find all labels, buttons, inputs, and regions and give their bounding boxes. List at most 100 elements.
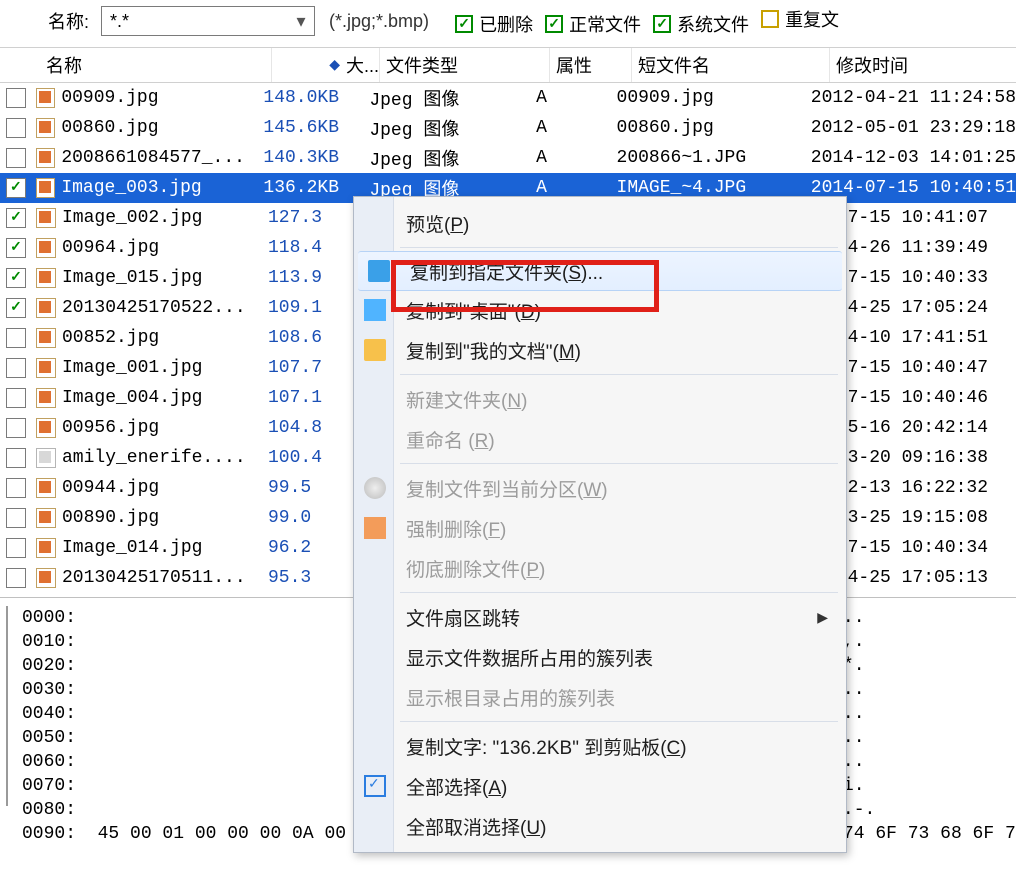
file-shortname: IMAGE_~4.JPG xyxy=(617,178,811,198)
menu-item-label: 全部选择(A) xyxy=(406,773,507,800)
filter-checkbox-2[interactable]: ✓系统文件 xyxy=(653,11,749,37)
menu-item-label: 预览(P) xyxy=(406,210,469,237)
folder-icon xyxy=(368,260,390,282)
menu-separator xyxy=(400,374,838,375)
file-icon xyxy=(36,268,56,288)
name-pattern-combo[interactable]: *.* ▾ xyxy=(101,6,315,36)
menu-item[interactable]: 全部取消选择(U) xyxy=(354,806,846,846)
file-size: 148.0KB xyxy=(263,88,369,108)
file-shortname: 200866~1.JPG xyxy=(617,148,811,168)
row-checkbox[interactable] xyxy=(6,508,26,528)
row-checkbox[interactable] xyxy=(6,148,26,168)
file-date: -07-15 10:41:07 xyxy=(826,208,1016,228)
row-checkbox[interactable] xyxy=(6,88,26,108)
file-date: -12-13 16:22:32 xyxy=(826,478,1016,498)
file-icon xyxy=(36,238,56,258)
file-name: Image_004.jpg xyxy=(62,388,268,408)
preview-thumbnail[interactable]: ◀ ▶ xyxy=(6,606,8,806)
file-row[interactable]: 00860.jpg145.6KBJpeg 图像A00860.jpg2012-05… xyxy=(0,113,1016,143)
checkbox-icon: ✓ xyxy=(455,15,473,33)
menu-item[interactable]: 复制到"桌面"(D) xyxy=(354,290,846,330)
file-attr: A xyxy=(536,118,616,138)
file-name: 00852.jpg xyxy=(62,328,268,348)
file-size: 145.6KB xyxy=(263,118,369,138)
file-size: 140.3KB xyxy=(263,148,369,168)
file-name: 00964.jpg xyxy=(62,238,268,258)
menu-item-label: 复制到"我的文档"(M) xyxy=(406,337,581,364)
file-shortname: 00909.jpg xyxy=(617,88,811,108)
menu-item-label: 全部取消选择(U) xyxy=(406,813,546,840)
menu-item[interactable]: 文件扇区跳转▶ xyxy=(354,597,846,637)
menu-separator xyxy=(400,721,838,722)
row-checkbox[interactable] xyxy=(6,538,26,558)
file-name: Image_001.jpg xyxy=(62,358,268,378)
file-date: 2012-04-21 11:24:58 xyxy=(811,88,1016,108)
row-checkbox[interactable]: ✓ xyxy=(6,208,26,228)
menu-item[interactable]: 复制到指定文件夹(S)... xyxy=(358,251,842,291)
checkbox-icon: ✓ xyxy=(545,15,563,33)
row-checkbox[interactable] xyxy=(6,448,26,468)
checkbox-icon xyxy=(761,10,779,28)
file-attr: A xyxy=(536,88,616,108)
file-icon xyxy=(36,118,56,138)
disk-icon xyxy=(364,477,386,499)
row-checkbox[interactable] xyxy=(6,358,26,378)
menu-item[interactable]: 复制文字: "136.2KB" 到剪贴板(C) xyxy=(354,726,846,766)
file-name: Image_015.jpg xyxy=(62,268,268,288)
menu-item[interactable]: 全部选择(A) xyxy=(354,766,846,806)
row-checkbox[interactable] xyxy=(6,118,26,138)
row-checkbox[interactable]: ✓ xyxy=(6,268,26,288)
menu-item[interactable]: 复制到"我的文档"(M) xyxy=(354,330,846,370)
col-short[interactable]: 短文件名 xyxy=(632,48,830,82)
col-date[interactable]: 修改时间 xyxy=(830,48,1016,82)
file-icon xyxy=(36,178,56,198)
file-icon xyxy=(36,388,56,408)
menu-item-label: 文件扇区跳转 xyxy=(406,604,520,631)
menu-item-label: 重命名 (R) xyxy=(406,426,495,453)
col-name[interactable]: 名称 xyxy=(40,48,272,82)
row-checkbox[interactable] xyxy=(6,328,26,348)
checkbox-label: 重复文 xyxy=(785,6,839,32)
chevron-down-icon[interactable]: ▾ xyxy=(292,12,310,30)
file-icon xyxy=(36,328,56,348)
file-row[interactable]: 00909.jpg148.0KBJpeg 图像A00909.jpg2012-04… xyxy=(0,83,1016,113)
row-checkbox[interactable] xyxy=(6,478,26,498)
col-type[interactable]: 文件类型 xyxy=(380,48,550,82)
file-name: 2008661084577_... xyxy=(61,148,263,168)
file-date: -07-15 10:40:46 xyxy=(826,388,1016,408)
row-checkbox[interactable]: ✓ xyxy=(6,238,26,258)
row-checkbox[interactable]: ✓ xyxy=(6,298,26,318)
menu-item-label: 显示文件数据所占用的簇列表 xyxy=(406,644,653,671)
checkbox-icon: ✓ xyxy=(653,15,671,33)
filter-checkbox-1[interactable]: ✓正常文件 xyxy=(545,11,641,37)
file-row[interactable]: 2008661084577_...140.3KBJpeg 图像A200866~1… xyxy=(0,143,1016,173)
menu-item: 强制删除(F) xyxy=(354,508,846,548)
file-shortname: 00860.jpg xyxy=(617,118,811,138)
row-checkbox[interactable] xyxy=(6,388,26,408)
row-checkbox[interactable]: ✓ xyxy=(6,178,26,198)
file-date: -03-20 09:16:38 xyxy=(826,448,1016,468)
col-size[interactable]: ◆ 大... xyxy=(272,48,380,82)
row-checkbox[interactable] xyxy=(6,568,26,588)
filter-bar: 名称: *.* ▾ (*.jpg;*.bmp) ✓已删除✓正常文件✓系统文件重复… xyxy=(0,0,1016,47)
file-icon xyxy=(36,148,56,168)
filter-checkbox-3[interactable]: 重复文 xyxy=(761,6,839,32)
sort-desc-icon: ◆ xyxy=(329,56,340,73)
file-icon xyxy=(36,298,56,318)
menu-item: 显示根目录占用的簇列表 xyxy=(354,677,846,717)
file-date: -04-26 11:39:49 xyxy=(826,238,1016,258)
row-checkbox[interactable] xyxy=(6,418,26,438)
file-name: Image_003.jpg xyxy=(61,178,263,198)
file-size: 136.2KB xyxy=(263,178,369,198)
col-attr[interactable]: 属性 xyxy=(550,48,632,82)
file-icon xyxy=(36,478,56,498)
prev-image-icon[interactable]: ◀ xyxy=(6,689,8,722)
menu-item[interactable]: 预览(P) xyxy=(354,203,846,243)
menu-item[interactable]: 显示文件数据所占用的簇列表 xyxy=(354,637,846,677)
filter-checkbox-0[interactable]: ✓已删除 xyxy=(455,11,533,37)
file-name: 00909.jpg xyxy=(61,88,263,108)
desktop-icon xyxy=(364,299,386,321)
menu-item-label: 复制到指定文件夹(S)... xyxy=(410,258,603,285)
menu-item: 重命名 (R) xyxy=(354,419,846,459)
file-icon xyxy=(36,448,56,468)
